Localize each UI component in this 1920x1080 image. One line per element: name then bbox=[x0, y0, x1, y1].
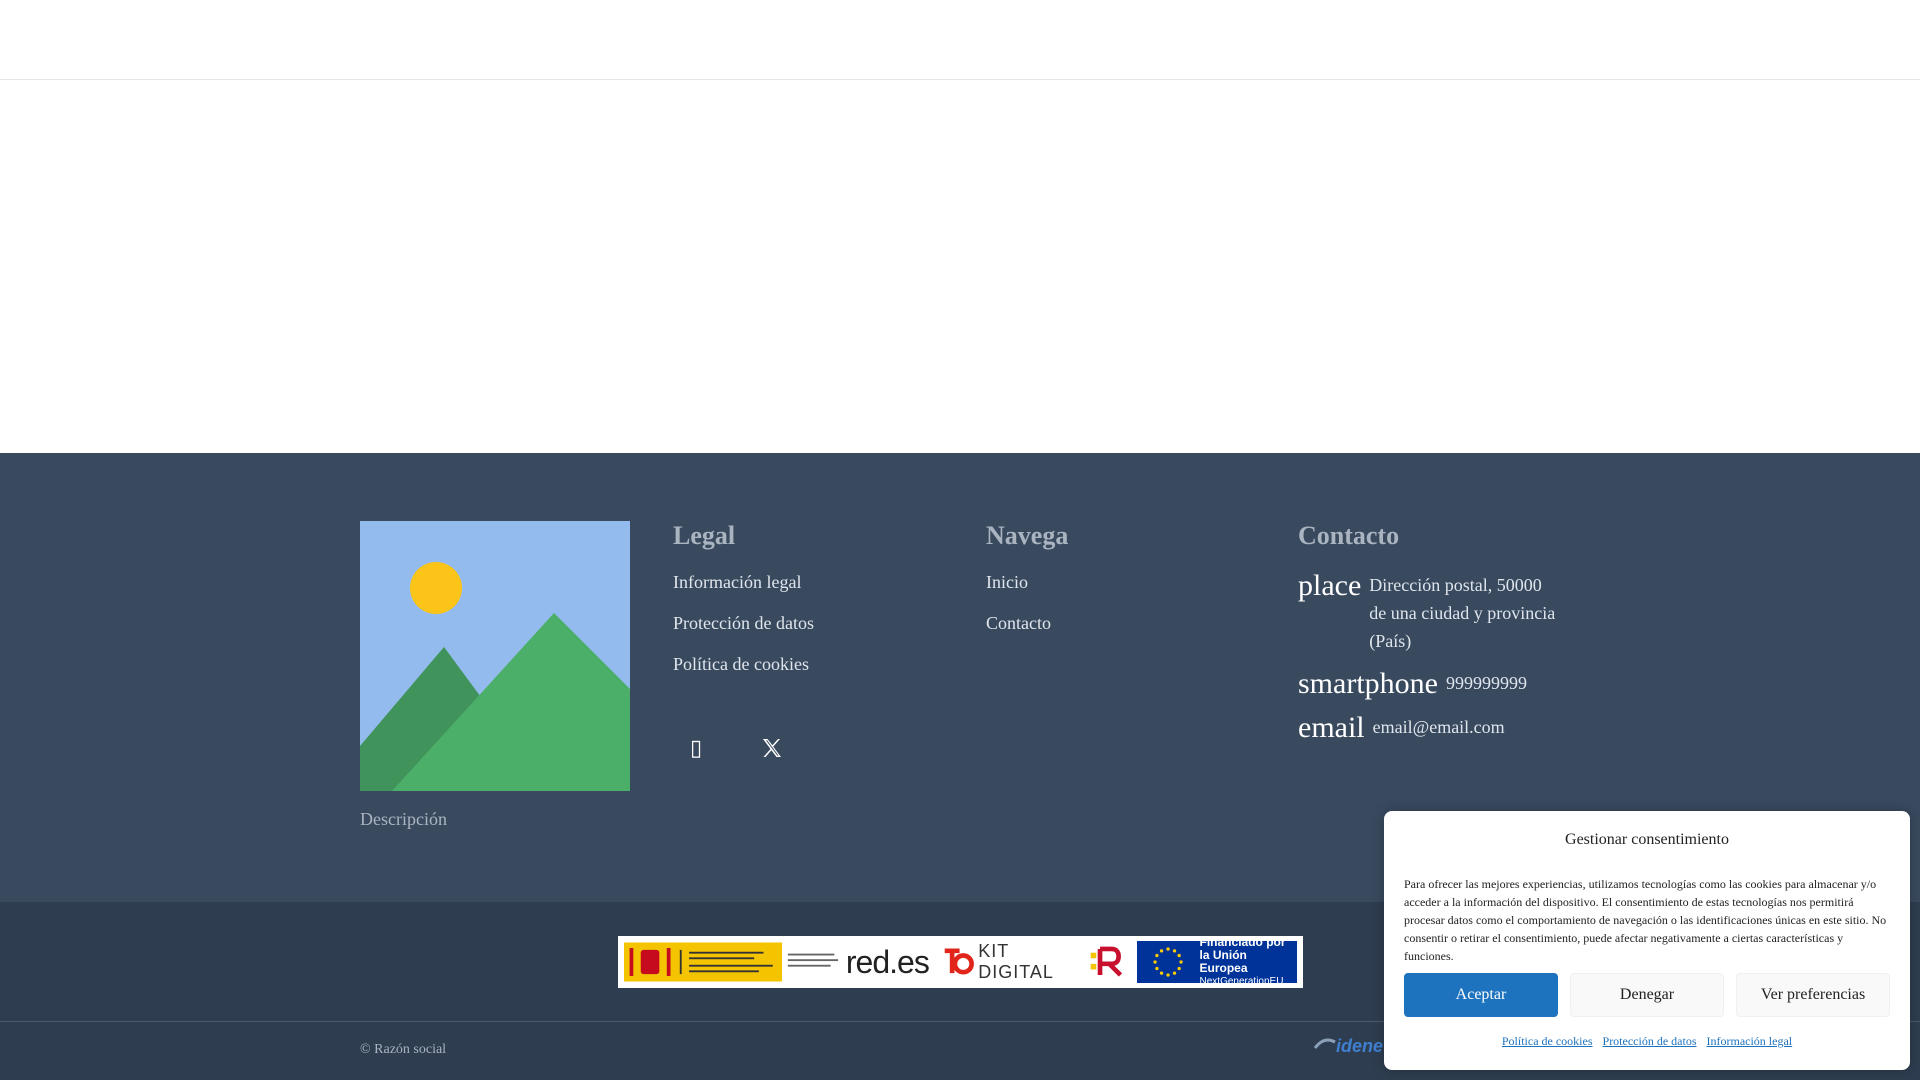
contact-phone-text[interactable]: 999999999 bbox=[1446, 669, 1527, 697]
footer-link-politica-cookies[interactable]: Política de cookies bbox=[673, 653, 814, 676]
address-line: (País) bbox=[1369, 631, 1412, 651]
footer-link-proteccion-datos[interactable]: Protección de datos bbox=[673, 612, 814, 635]
cookie-buttons: Aceptar Denegar Ver preferencias bbox=[1404, 973, 1890, 1017]
footer-navega-column: Navega Inicio Contacto bbox=[986, 521, 1068, 653]
idenet-text: idenet bbox=[1336, 1036, 1390, 1056]
footer-link-inicio[interactable]: Inicio bbox=[986, 571, 1068, 594]
accept-button[interactable]: Aceptar bbox=[1404, 973, 1558, 1017]
eu-line-3: NextGenerationEU bbox=[1199, 976, 1284, 987]
email-icon: email bbox=[1298, 711, 1365, 744]
funding-banner: red.es KIT DIGITAL Financiado por la Uni… bbox=[618, 936, 1303, 988]
footer-link-contacto[interactable]: Contacto bbox=[986, 612, 1068, 635]
instagram-glyph: ▯ bbox=[689, 735, 703, 760]
social-links: ▯ bbox=[673, 725, 795, 771]
contact-address: place Dirección postal, 50000 de una ciu… bbox=[1298, 571, 1555, 655]
kit-digital-text: KIT DIGITAL bbox=[978, 941, 1054, 982]
x-logo-icon bbox=[763, 739, 781, 757]
footer-contacto-title: Contacto bbox=[1298, 521, 1400, 550]
image-placeholder-graphic bbox=[360, 521, 630, 791]
image-placeholder-icon bbox=[360, 521, 630, 791]
copyright-text: © Razón social bbox=[360, 1042, 447, 1057]
footer-navega-title: Navega bbox=[986, 521, 1069, 550]
eu-funding-text: Financiado por la Unión Europea NextGene… bbox=[1200, 936, 1292, 988]
cookie-consent-dialog: Gestionar consentimiento Para ofrecer la… bbox=[1384, 811, 1910, 1070]
footer-legal-column: Legal Información legal Protección de da… bbox=[673, 521, 814, 694]
cookie-title: Gestionar consentimiento bbox=[1565, 831, 1729, 848]
footer-link-informacion-legal[interactable]: Información legal bbox=[673, 571, 814, 594]
red-es-logo: red.es bbox=[845, 943, 930, 980]
instagram-icon[interactable]: ▯ bbox=[673, 725, 719, 771]
eu-line-2: la Unión Europea bbox=[1199, 948, 1248, 975]
footer-contacto-column: Contacto place Dirección postal, 50000 d… bbox=[1298, 521, 1555, 757]
idenet-logo[interactable]: idenet bbox=[1313, 1036, 1390, 1057]
cookie-message: Para ofrecer las mejores experiencias, u… bbox=[1404, 877, 1887, 963]
smartphone-icon: smartphone bbox=[1298, 667, 1438, 700]
cookie-link-proteccion-datos[interactable]: Protección de datos bbox=[1603, 1034, 1697, 1049]
x-twitter-icon[interactable] bbox=[749, 725, 795, 771]
footer-description: Descripción bbox=[360, 809, 447, 829]
kit-digital-logo: KIT DIGITAL bbox=[941, 941, 1083, 983]
contact-email-text[interactable]: email@email.com bbox=[1373, 713, 1505, 741]
contact-email: email email@email.com bbox=[1298, 713, 1555, 743]
cookie-link-informacion-legal[interactable]: Información legal bbox=[1707, 1034, 1793, 1049]
place-icon: place bbox=[1298, 569, 1362, 602]
secretaria-estado-logo bbox=[787, 953, 839, 967]
contact-phone: smartphone 999999999 bbox=[1298, 669, 1555, 699]
eu-funding-logo: Financiado por la Unión Europea NextGene… bbox=[1137, 936, 1298, 987]
idenet-swoosh-icon bbox=[1313, 1038, 1336, 1049]
cookie-links: Política de cookies Protección de datos … bbox=[1384, 1034, 1910, 1049]
deny-button[interactable]: Denegar bbox=[1570, 973, 1724, 1017]
plan-recuperacion-logo bbox=[1090, 946, 1122, 977]
site-header bbox=[0, 0, 1920, 80]
preferences-button[interactable]: Ver preferencias bbox=[1736, 973, 1890, 1017]
kit-digital-mark-icon bbox=[944, 948, 974, 975]
gobierno-espana-logo bbox=[624, 942, 783, 982]
address-line: Dirección postal, 50000 bbox=[1369, 575, 1542, 595]
address-line: de una ciudad y provincia bbox=[1369, 603, 1556, 623]
cookie-link-politica-cookies[interactable]: Política de cookies bbox=[1502, 1034, 1593, 1049]
eu-flag-icon bbox=[1143, 944, 1194, 980]
footer-legal-title: Legal bbox=[673, 521, 736, 550]
contact-address-text: Dirección postal, 50000 de una ciudad y … bbox=[1369, 571, 1555, 655]
